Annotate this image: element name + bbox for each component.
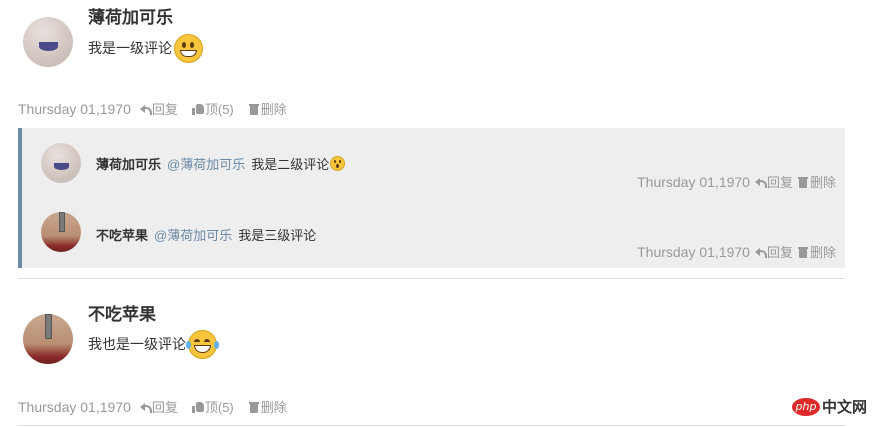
thumbs-up-icon bbox=[191, 401, 204, 413]
comment-text-row: 我是一级评论 bbox=[88, 33, 203, 63]
comment-date: Thursday 01,1970 bbox=[18, 398, 131, 415]
php-logo: php bbox=[791, 397, 820, 416]
avatar[interactable] bbox=[23, 314, 73, 364]
avatar[interactable] bbox=[41, 143, 81, 183]
reply-icon bbox=[139, 401, 152, 413]
delete-button[interactable]: 删除 bbox=[797, 172, 836, 191]
reply-button[interactable]: 回复 bbox=[139, 397, 178, 416]
reply-icon bbox=[754, 246, 767, 258]
like-label: 顶(5) bbox=[204, 102, 234, 117]
delete-label: 删除 bbox=[260, 400, 287, 415]
thumbs-up-icon bbox=[191, 103, 204, 115]
delete-button[interactable]: 删除 bbox=[248, 99, 287, 118]
reply-header: 薄荷加可乐 @薄荷加可乐 我是二级评论 bbox=[96, 154, 346, 173]
reply-text-row: 我是二级评论 bbox=[251, 154, 346, 173]
avatar[interactable] bbox=[41, 212, 81, 252]
comment-section: 薄荷加可乐 我是一级评论 Thursday 01,1970 回复 顶(5) 删除… bbox=[0, 0, 875, 427]
delete-label: 删除 bbox=[809, 175, 836, 190]
delete-button[interactable]: 删除 bbox=[797, 242, 836, 261]
divider bbox=[18, 278, 845, 279]
reply-button[interactable]: 回复 bbox=[754, 242, 793, 261]
trash-icon bbox=[248, 401, 260, 413]
reply-text: 我是三级评论 bbox=[238, 228, 317, 243]
trash-icon bbox=[248, 103, 260, 115]
reply-label: 回复 bbox=[151, 102, 178, 117]
watermark-text: 中文网 bbox=[821, 398, 867, 416]
mention-link[interactable]: @薄荷加可乐 bbox=[167, 154, 245, 173]
reply-label: 回复 bbox=[766, 245, 793, 260]
reply-icon bbox=[139, 103, 152, 115]
reply-button[interactable]: 回复 bbox=[754, 172, 793, 191]
trash-icon bbox=[797, 246, 809, 258]
reply-header: 不吃苹果 @薄荷加可乐 我是三级评论 bbox=[96, 225, 316, 244]
grinning-emoji-icon bbox=[174, 33, 203, 63]
surprised-emoji-icon bbox=[330, 156, 346, 171]
trash-icon bbox=[797, 176, 809, 188]
comment-meta: Thursday 01,1970 回复 顶(5) 删除 bbox=[18, 99, 301, 118]
reply-label: 回复 bbox=[151, 400, 178, 415]
comment-meta: Thursday 01,1970 回复 顶(5) 删除 bbox=[18, 397, 301, 416]
like-button[interactable]: 顶(5) bbox=[191, 99, 234, 118]
comment-text: 我也是一级评论 bbox=[88, 336, 186, 352]
delete-button[interactable]: 删除 bbox=[248, 397, 287, 416]
reply-author: 不吃苹果 bbox=[96, 228, 149, 243]
comment-author: 薄荷加可乐 bbox=[88, 8, 173, 27]
reply-date: Thursday 01,1970 bbox=[637, 243, 750, 260]
reply-author: 薄荷加可乐 bbox=[96, 157, 162, 172]
reply-date: Thursday 01,1970 bbox=[637, 173, 750, 190]
comment-author: 不吃苹果 bbox=[88, 305, 156, 324]
like-label: 顶(5) bbox=[204, 400, 234, 415]
mention-link[interactable]: @薄荷加可乐 bbox=[154, 225, 232, 244]
reply-button[interactable]: 回复 bbox=[139, 99, 178, 118]
avatar[interactable] bbox=[23, 17, 73, 67]
site-watermark: php 中文网 bbox=[791, 396, 867, 417]
divider bbox=[18, 425, 845, 426]
reply-meta: Thursday 01,1970 回复 删除 bbox=[637, 172, 836, 191]
reply-label: 回复 bbox=[766, 175, 793, 190]
reply-thread: 薄荷加可乐 @薄荷加可乐 我是二级评论 Thursday 01,1970 回复 … bbox=[18, 128, 845, 268]
delete-label: 删除 bbox=[809, 245, 836, 260]
comment-text-row: 我也是一级评论 bbox=[88, 329, 219, 359]
reply-icon bbox=[754, 176, 767, 188]
comment-text: 我是一级评论 bbox=[88, 40, 172, 56]
like-button[interactable]: 顶(5) bbox=[191, 397, 234, 416]
reply-meta: Thursday 01,1970 回复 删除 bbox=[637, 242, 836, 261]
delete-label: 删除 bbox=[260, 102, 287, 117]
reply-text: 我是二级评论 bbox=[251, 157, 330, 172]
laughing-tears-emoji-icon bbox=[186, 329, 219, 359]
comment-date: Thursday 01,1970 bbox=[18, 100, 131, 117]
